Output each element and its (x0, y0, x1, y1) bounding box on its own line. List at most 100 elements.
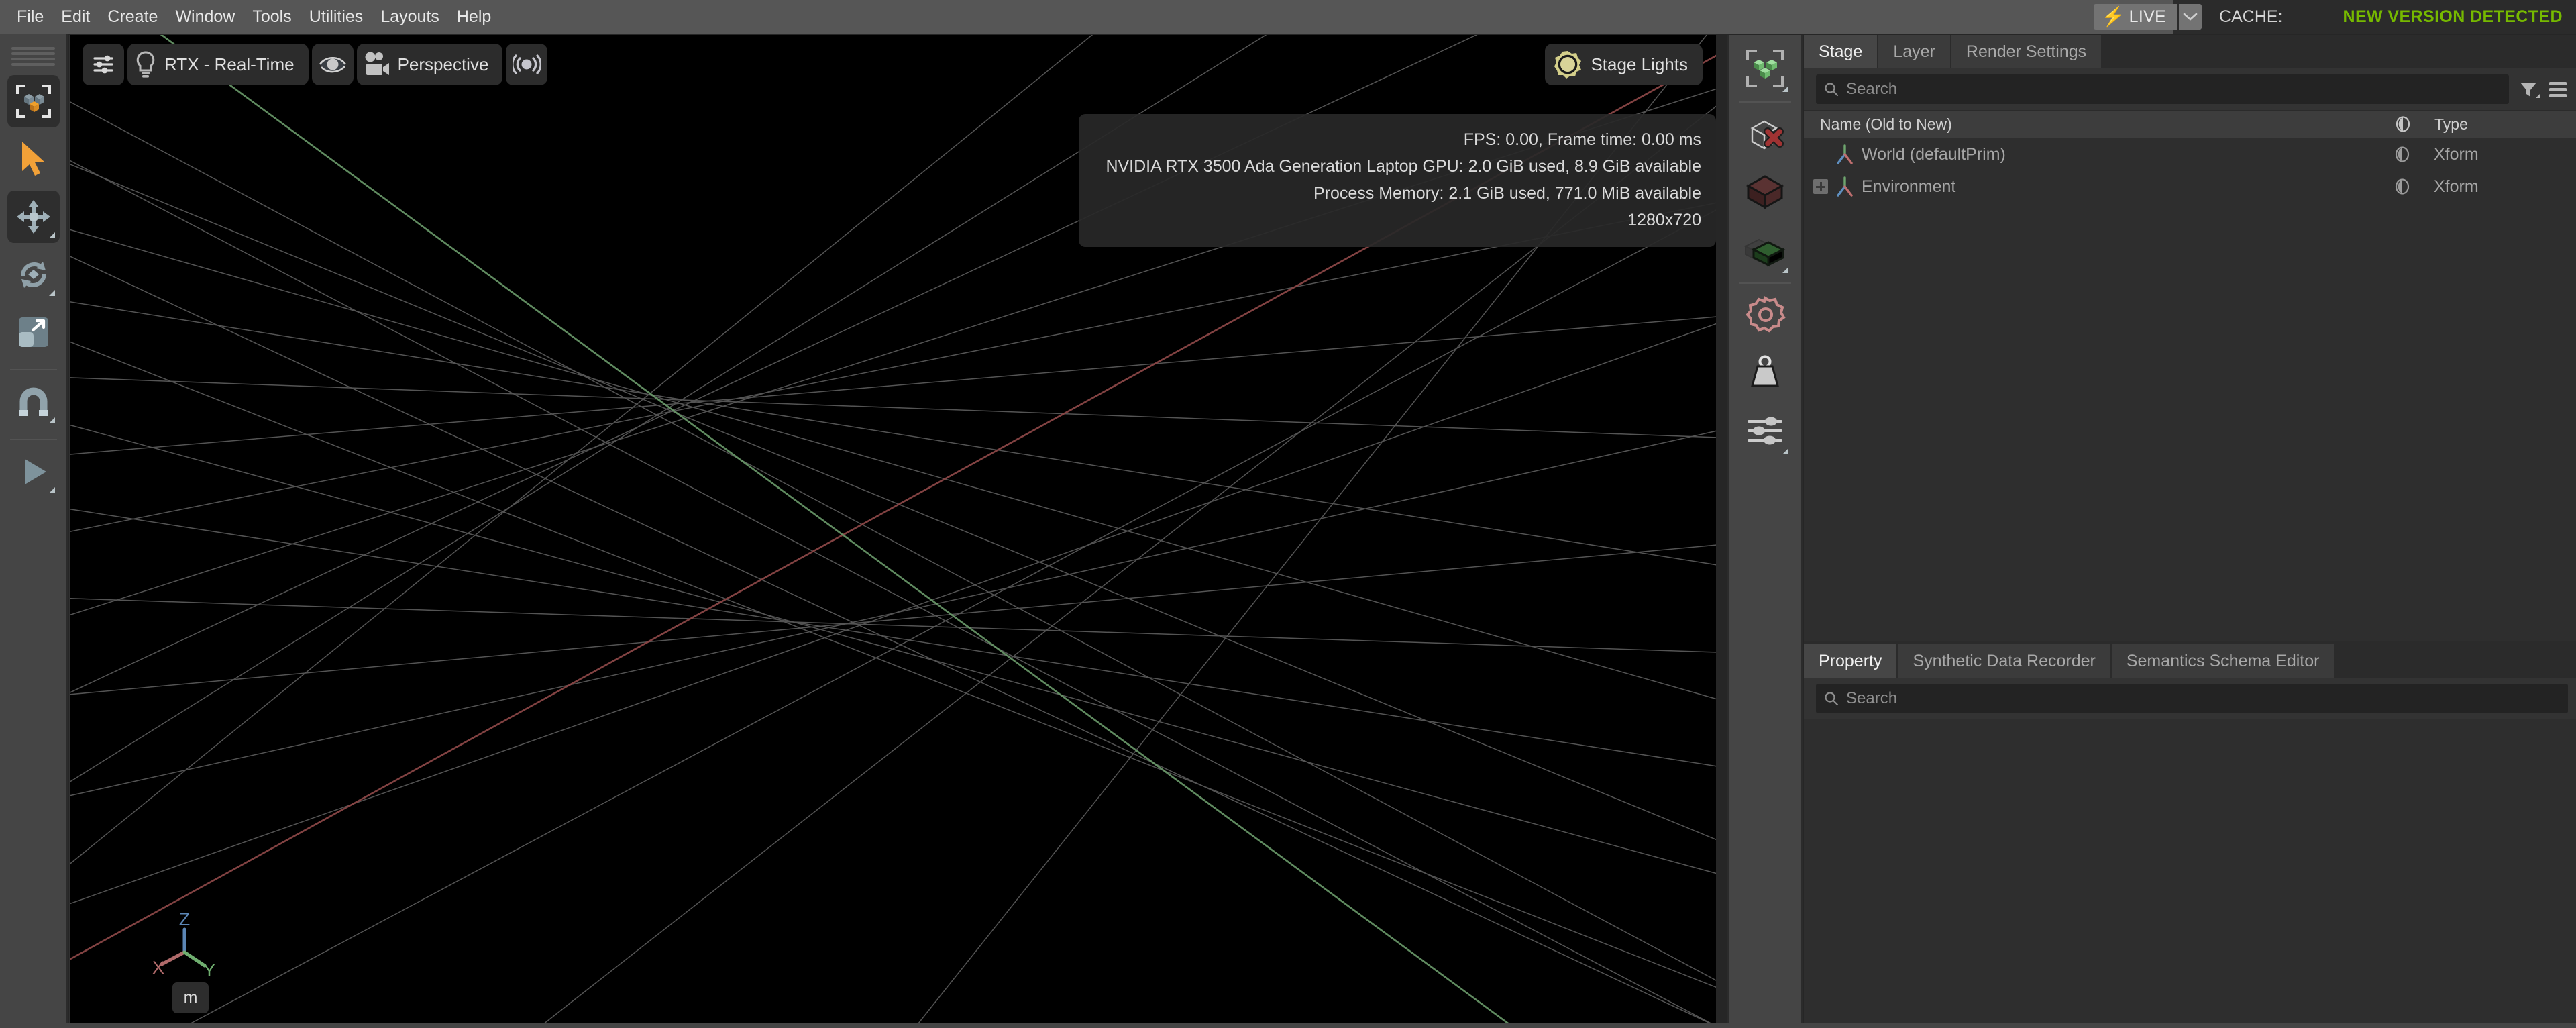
lightning-bolt-icon: ⚡ (2101, 6, 2125, 27)
axis-x-label: X (152, 958, 164, 978)
viewport-axis-gizmo: Z X Y (143, 909, 223, 988)
remove-collider-button[interactable] (1737, 106, 1793, 162)
tab-synthetic-data-recorder[interactable]: Synthetic Data Recorder (1898, 644, 2112, 678)
tool-options-corner[interactable] (48, 232, 55, 238)
menu-create[interactable]: Create (99, 0, 166, 34)
physics-tool-strip (1727, 35, 1803, 1028)
menu-layouts[interactable]: Layouts (372, 0, 448, 34)
hud-fps-line: FPS: 0.00, Frame time: 0.00 ms (1463, 130, 1701, 149)
select-mode-button[interactable] (7, 75, 60, 127)
menu-utilities[interactable]: Utilities (301, 0, 372, 34)
tab-render-settings[interactable]: Render Settings (1951, 35, 2103, 68)
rigid-body-button[interactable] (1737, 164, 1793, 220)
tool-options-corner[interactable] (48, 290, 55, 296)
property-content-area[interactable] (1804, 719, 2576, 1028)
hud-memory-line: Process Memory: 2.1 GiB used, 771.0 MiB … (1313, 184, 1701, 203)
tree-expander-toggle[interactable] (1813, 179, 1828, 194)
renderer-selector-button[interactable]: RTX - Real-Time (127, 44, 309, 85)
eye-icon (2395, 178, 2410, 195)
column-header-name[interactable]: Name (Old to New) (1804, 115, 2383, 134)
snap-tool-button[interactable] (7, 376, 60, 428)
toolbar-grip-handle[interactable] (11, 47, 55, 66)
viewport-hud-overlay: FPS: 0.00, Frame time: 0.00 ms NVIDIA RT… (1079, 114, 1716, 247)
tab-layer[interactable]: Layer (1878, 35, 1951, 68)
live-dropdown-button[interactable] (2179, 4, 2202, 30)
table-row[interactable]: World (defaultPrim) Xform (1804, 138, 2576, 170)
tab-property[interactable]: Property (1804, 644, 1898, 678)
property-tab-strip: Property Synthetic Data Recorder Semanti… (1804, 644, 2576, 678)
property-panel: Property Synthetic Data Recorder Semanti… (1804, 644, 2576, 1028)
property-search-input[interactable]: Search (1816, 684, 2568, 713)
viewport-settings-button[interactable] (83, 44, 124, 85)
column-header-visibility[interactable] (2383, 110, 2422, 138)
tree-row-visibility-toggle[interactable] (2383, 178, 2422, 195)
weight-icon (1751, 355, 1779, 387)
menu-tools[interactable]: Tools (244, 0, 300, 34)
move-tool-button[interactable] (7, 191, 60, 243)
xform-axis-icon (1837, 176, 1853, 197)
tool-options-corner[interactable] (1782, 448, 1788, 454)
toolbar-divider (9, 369, 57, 370)
stage-tab-strip: Stage Layer Render Settings (1804, 35, 2576, 68)
select-cubes-icon (15, 85, 51, 118)
physics-settings-button[interactable] (1737, 287, 1793, 344)
tool-options-corner[interactable] (48, 417, 55, 423)
select-tool-button[interactable] (7, 133, 60, 185)
stage-options-menu-button[interactable] (2548, 81, 2568, 98)
sun-light-icon (1554, 51, 1582, 79)
collider-button[interactable] (1737, 221, 1793, 278)
play-icon (24, 459, 46, 484)
table-row[interactable]: Environment Xform (1804, 170, 2576, 203)
tab-stage[interactable]: Stage (1804, 35, 1879, 68)
tool-options-corner[interactable] (1782, 86, 1788, 92)
toolbar-divider (9, 439, 57, 440)
menu-window[interactable]: Window (166, 0, 244, 34)
stage-search-placeholder: Search (1846, 80, 1898, 98)
physics-sliders-button[interactable] (1737, 403, 1793, 459)
live-button[interactable]: ⚡ LIVE (2093, 4, 2178, 30)
viewport-toolbar: RTX - Real-Time Perspective (83, 44, 548, 85)
scale-icon (18, 317, 48, 347)
tree-row-name-cell[interactable]: World (defaultPrim) (1804, 144, 2383, 165)
xform-axis-icon (1837, 144, 1853, 164)
tree-row-name-cell[interactable]: Environment (1804, 176, 2383, 197)
camera-icon (365, 52, 389, 75)
stage-search-input[interactable]: Search (1816, 74, 2509, 104)
tool-options-corner[interactable] (48, 487, 55, 493)
sliders-icon (1748, 417, 1782, 445)
stage-tree-body[interactable]: World (defaultPrim) Xform Environment Xf… (1804, 138, 2576, 641)
rotate-tool-button[interactable] (7, 248, 60, 301)
viewport-visibility-button[interactable] (311, 44, 354, 85)
menu-file[interactable]: File (8, 0, 52, 34)
tool-options-corner[interactable] (1782, 267, 1788, 273)
stage-filter-button[interactable] (2518, 79, 2540, 99)
column-header-type[interactable]: Type (2422, 110, 2576, 138)
viewport-unit-badge[interactable]: m (172, 982, 209, 1013)
property-search-row: Search (1804, 678, 2576, 719)
sensor-toggle-button[interactable] (506, 44, 548, 85)
play-button[interactable] (7, 446, 60, 498)
gear-icon (1746, 295, 1786, 333)
stage-lights-button[interactable]: Stage Lights (1545, 44, 1703, 85)
arrow-cursor-icon (21, 142, 45, 176)
physics-select-button[interactable] (1737, 40, 1793, 97)
tree-row-label: Environment (1862, 176, 1956, 196)
viewport-3d[interactable]: RTX - Real-Time Perspective Stage Lights… (69, 35, 1716, 1027)
scale-tool-button[interactable] (7, 306, 60, 358)
search-icon (1825, 692, 1839, 706)
tree-row-visibility-toggle[interactable] (2383, 146, 2422, 162)
tree-row-label: World (defaultPrim) (1862, 144, 2006, 164)
camera-label: Perspective (397, 54, 489, 74)
menubar-right-cluster: ⚡ LIVE CACHE: NEW VERSION DETECTED (2090, 0, 2576, 34)
hamburger-menu-icon (2549, 82, 2567, 97)
tab-semantics-schema-editor[interactable]: Semantics Schema Editor (2111, 644, 2336, 678)
new-version-notice[interactable]: NEW VERSION DETECTED (2343, 7, 2563, 27)
camera-selector-button[interactable]: Perspective (356, 44, 503, 85)
filter-dropdown-caret[interactable] (2536, 93, 2540, 98)
tab-strip-filler (2102, 35, 2576, 68)
eye-icon (319, 56, 346, 73)
mass-properties-button[interactable] (1737, 345, 1793, 401)
axis-z-label: Z (179, 911, 191, 929)
menu-help[interactable]: Help (448, 0, 500, 34)
menu-edit[interactable]: Edit (52, 0, 99, 34)
